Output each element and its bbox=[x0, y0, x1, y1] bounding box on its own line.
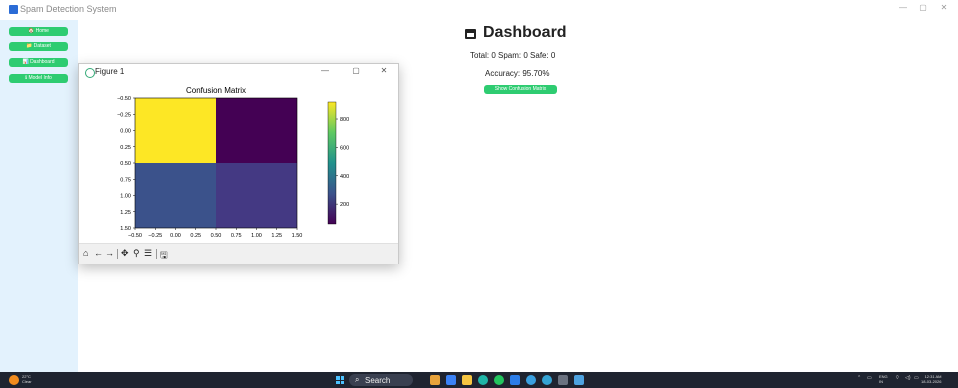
pan-icon[interactable]: ✥ bbox=[121, 248, 129, 259]
x-tick-label: −0.50 bbox=[128, 233, 142, 239]
figure-title: Figure 1 bbox=[95, 67, 125, 76]
x-tick-label: 0.25 bbox=[190, 233, 201, 239]
clock-date: 18-03-2026 bbox=[921, 379, 942, 384]
wifi-icon[interactable]: ⌔ bbox=[895, 375, 900, 381]
y-tick-label: 0.00 bbox=[120, 129, 131, 135]
y-tick-label: −0.25 bbox=[117, 112, 131, 118]
accuracy-text: Accuracy: 95.70% bbox=[485, 69, 550, 78]
whatsapp-icon[interactable] bbox=[494, 375, 504, 385]
taskbar: 22°C Clear ⌕ Search ⌃ ▭ ENG IN ⌔ ◁) ▭ 12… bbox=[0, 372, 958, 388]
search-label: Search bbox=[365, 376, 391, 385]
colorbar-tick-label: 200 bbox=[340, 202, 349, 208]
x-tick-label: 1.00 bbox=[251, 233, 262, 239]
page-title: Dashboard bbox=[483, 24, 567, 41]
sidebar-item-model-info[interactable]: ℹ Model Info bbox=[9, 74, 68, 83]
configure-icon[interactable]: ☰ bbox=[144, 248, 152, 259]
taskbar-search[interactable]: ⌕ Search bbox=[349, 374, 413, 386]
figure-maximize-button[interactable]: ▢ bbox=[350, 66, 362, 75]
sidebar: 🏠 Home 📁 Dataset 📊 Dashboard ℹ Model Inf… bbox=[0, 20, 78, 372]
save-icon[interactable]: 🖫 bbox=[160, 248, 168, 264]
tray-app-icon[interactable]: ▭ bbox=[867, 375, 872, 381]
back-icon[interactable]: ← bbox=[94, 248, 103, 258]
chart-title: Confusion Matrix bbox=[186, 86, 246, 95]
figure-close-button[interactable]: ✕ bbox=[378, 66, 390, 75]
volume-icon[interactable]: ◁) bbox=[905, 375, 911, 381]
x-tick-label: 0.75 bbox=[231, 233, 242, 239]
sidebar-item-home[interactable]: 🏠 Home bbox=[9, 27, 68, 36]
figure-minimize-button[interactable]: — bbox=[319, 66, 331, 75]
colorbar-tick-label: 600 bbox=[340, 145, 349, 151]
sidebar-item-dashboard[interactable]: 📊 Dashboard bbox=[9, 58, 68, 67]
vscode-icon[interactable] bbox=[510, 375, 520, 385]
tray-chevron-icon[interactable]: ⌃ bbox=[857, 375, 861, 381]
figure-app-icon bbox=[85, 68, 95, 78]
search-icon: ⌕ bbox=[355, 375, 360, 384]
heatmap-cell bbox=[135, 98, 216, 163]
stats-text: Total: 0 Spam: 0 Safe: 0 bbox=[470, 51, 556, 60]
python-app-icon[interactable] bbox=[574, 375, 584, 385]
app-icon-generic[interactable] bbox=[558, 375, 568, 385]
figure-toolbar: ⌂ ← → ✥ ⚲ ☰ 🖫 bbox=[79, 243, 398, 264]
zoom-icon[interactable]: ⚲ bbox=[133, 248, 140, 259]
y-tick-label: 1.50 bbox=[120, 226, 131, 232]
sidebar-item-dataset[interactable]: 📁 Dataset bbox=[9, 42, 68, 51]
weather-icon[interactable] bbox=[9, 375, 19, 385]
y-tick-label: −0.50 bbox=[117, 96, 131, 102]
y-tick-label: 0.25 bbox=[120, 145, 131, 151]
heatmap-cell bbox=[216, 98, 297, 163]
colorbar-tick-label: 800 bbox=[340, 117, 349, 123]
weather-desc: Clear bbox=[22, 379, 32, 384]
file-explorer-icon[interactable] bbox=[462, 375, 472, 385]
confusion-matrix-plot: Confusion Matrix −0.50 −0.25 0.00 0.25 0.50 0… bbox=[117, 86, 349, 239]
x-tick-label: 1.25 bbox=[271, 233, 282, 239]
mail-app-icon[interactable] bbox=[446, 375, 456, 385]
colorbar bbox=[327, 101, 337, 225]
toolbar-separator bbox=[156, 249, 157, 259]
figure-window: Figure 1 — ▢ ✕ Confusion Matrix −0.50 −0.… bbox=[78, 63, 399, 264]
forward-icon[interactable]: → bbox=[105, 248, 114, 258]
x-tick-label: −0.25 bbox=[148, 233, 162, 239]
start-button[interactable] bbox=[336, 376, 344, 384]
y-tick-label: 1.00 bbox=[120, 194, 131, 200]
chrome-profile-icon[interactable] bbox=[542, 375, 552, 385]
edge-browser-icon[interactable] bbox=[478, 375, 488, 385]
weather-widget[interactable]: 22°C Clear bbox=[22, 374, 32, 384]
heatmap-cell bbox=[216, 163, 297, 228]
minimize-button[interactable]: — bbox=[896, 3, 910, 12]
colorbar-tick-label: 400 bbox=[340, 174, 349, 180]
home-icon[interactable]: ⌂ bbox=[83, 248, 88, 258]
heatmap-cell bbox=[135, 163, 216, 228]
chrome-icon[interactable] bbox=[526, 375, 536, 385]
y-tick-label: 1.25 bbox=[120, 210, 131, 216]
window-titlebar: Spam Detection System — ▢ ✕ bbox=[0, 0, 958, 20]
battery-icon[interactable]: ▭ bbox=[914, 375, 919, 381]
close-button[interactable]: ✕ bbox=[937, 3, 951, 12]
y-tick-label: 0.75 bbox=[120, 177, 131, 183]
app-icon bbox=[9, 5, 18, 14]
maximize-button[interactable]: ▢ bbox=[916, 3, 930, 12]
toolbar-separator bbox=[117, 249, 118, 259]
figure-titlebar: Figure 1 — ▢ ✕ bbox=[79, 64, 398, 80]
x-tick-label: 0.50 bbox=[211, 233, 222, 239]
dashboard-icon bbox=[465, 29, 476, 39]
y-tick-label: 0.50 bbox=[120, 161, 131, 167]
language-indicator[interactable]: ENG IN bbox=[879, 374, 888, 384]
show-confusion-matrix-button[interactable]: Show Confusion Matrix bbox=[484, 85, 557, 94]
widgets-app-icon[interactable] bbox=[430, 375, 440, 385]
x-tick-label: 1.50 bbox=[292, 233, 303, 239]
window-title: Spam Detection System bbox=[20, 4, 117, 14]
x-tick-label: 0.00 bbox=[170, 233, 181, 239]
region-label: IN bbox=[879, 379, 883, 384]
taskbar-clock[interactable]: 12:31 AM 18-03-2026 bbox=[921, 374, 941, 384]
